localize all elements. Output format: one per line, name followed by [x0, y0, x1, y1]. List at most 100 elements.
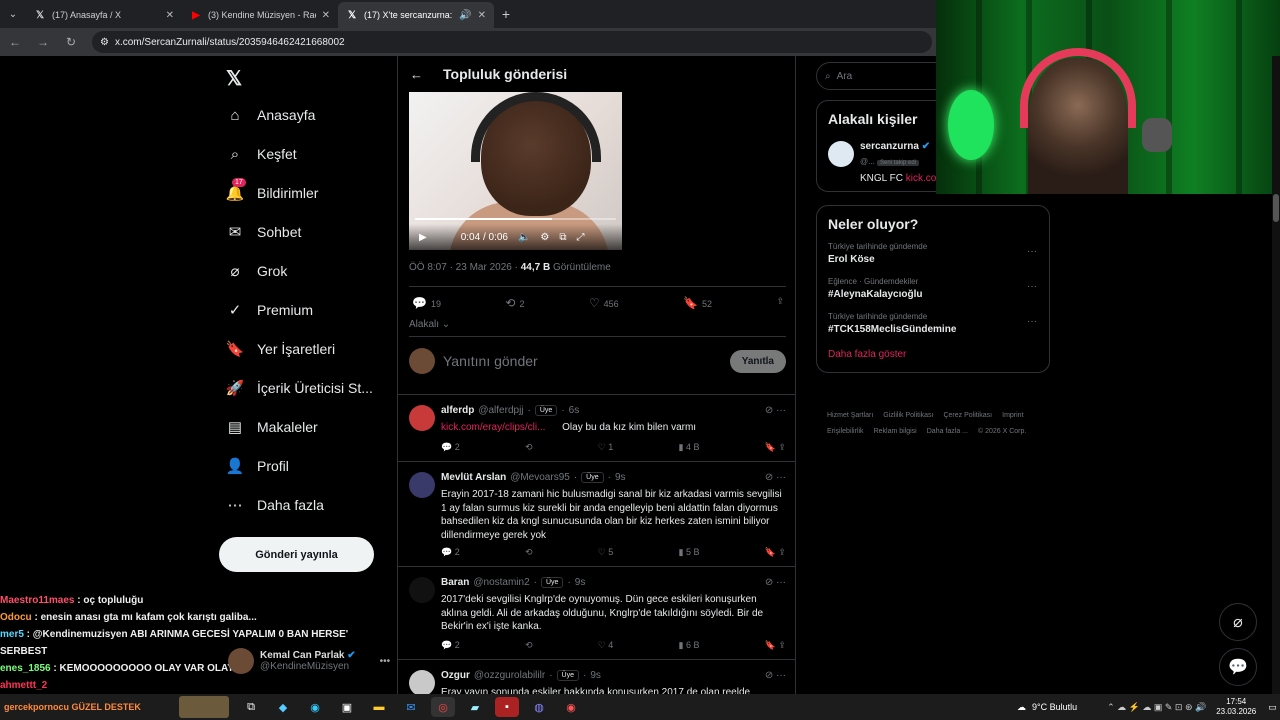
author-name[interactable]: alferdp	[441, 405, 474, 416]
repost-button[interactable]: ⟲ 2	[505, 296, 524, 310]
reply-tweet[interactable]: Ozgur @ozzgurolabililr · Üye · 9s ⊘ ··· Eray ya…	[398, 659, 795, 694]
person-name[interactable]: sercanzurna ✔	[860, 141, 930, 152]
reply-tweet[interactable]: alferdp @alferdpjj · Üye · 6s ⊘ ··· kick.com/er…	[398, 394, 795, 461]
clock[interactable]: 17:54 23.03.2026	[1216, 697, 1256, 717]
bookmark-icon[interactable]: 🔖 ⇪	[765, 640, 786, 651]
reply-input[interactable]: Yanıtını gönder	[443, 353, 730, 369]
like-button[interactable]: ♡ 1	[598, 442, 614, 453]
bookmark-button[interactable]: 🔖 52	[683, 296, 712, 310]
like-button[interactable]: ♡ 456	[589, 296, 619, 310]
speaker-icon[interactable]: 🔊	[459, 10, 471, 21]
tab-home[interactable]: 𝕏 (17) Anasayfa / X ✕	[26, 2, 182, 28]
nav-item-2[interactable]: 🔔 17 Bildirimler	[226, 178, 318, 202]
close-icon[interactable]: ✕	[166, 10, 174, 21]
nav-item-3[interactable]: ✉ Sohbet	[226, 223, 302, 241]
tab-youtube[interactable]: ▶ (3) Kendine Müzisyen - Raedme ✕	[182, 2, 338, 28]
nav-item-6[interactable]: 🔖 Yer İşaretleri	[226, 340, 335, 358]
more-icon[interactable]: ⊘ ···	[765, 472, 786, 483]
back-arrow-icon[interactable]: ←	[410, 67, 423, 82]
trend-item[interactable]: Türkiye tarihinde gündemde #TCK158MeclisG…	[817, 306, 1049, 341]
nav-item-8[interactable]: ▤ Makaleler	[226, 418, 318, 436]
footer-link[interactable]: Reklam bilgisi	[874, 424, 917, 440]
footer-link[interactable]: Daha fazla ...	[927, 424, 968, 440]
tab-search-icon[interactable]: ⌄	[0, 0, 26, 28]
app-icon[interactable]: ▰	[463, 697, 487, 717]
like-button[interactable]: ♡ 5	[598, 547, 614, 558]
trend-item[interactable]: Eğlence · Gündemdekiler #AleynaKalaycıoğl…	[817, 271, 1049, 306]
author-name[interactable]: Ozgur	[441, 670, 470, 681]
reply-button[interactable]: 💬 2	[441, 640, 460, 651]
more-icon[interactable]: ···	[1027, 316, 1037, 327]
footer-link[interactable]: © 2026 X Corp.	[978, 424, 1026, 440]
nav-item-1[interactable]: ⌕ Keşfet	[226, 145, 297, 163]
more-icon[interactable]: ⊘ ···	[765, 577, 786, 588]
repost-button[interactable]: ⟲	[525, 442, 533, 453]
reply-tweet[interactable]: Baran @nostamin2 · Üye · 9s ⊘ ··· 2017'deki sev…	[398, 566, 795, 659]
pip-icon[interactable]: ⧉	[559, 232, 566, 243]
footer-link[interactable]: Imprint	[1002, 408, 1023, 424]
nav-item-10[interactable]: ⋯ Daha fazla	[226, 496, 324, 514]
footer-link[interactable]: Hizmet Şartları	[827, 408, 873, 424]
play-icon[interactable]: ▶	[419, 232, 427, 243]
author-name[interactable]: Mevlüt Arslan	[441, 472, 506, 483]
tray-icons[interactable]: ⌃ ☁ ⚡ ☁ ▣ ✎ ⊡ ⊛ 🔊	[1107, 702, 1206, 713]
author-name[interactable]: Baran	[441, 577, 469, 588]
notification-icon[interactable]: ▭	[1268, 702, 1277, 713]
chrome-icon[interactable]: ◎	[431, 697, 455, 717]
nav-item-0[interactable]: ⌂ Anasayfa	[226, 106, 315, 124]
task-view-icon[interactable]: ⧉	[239, 697, 263, 717]
more-icon[interactable]: ⊘ ···	[765, 670, 786, 681]
reply-button[interactable]: 💬 2	[441, 442, 460, 453]
relevance-dropdown[interactable]: Alakalı ⌄	[409, 319, 450, 330]
reply-tweet[interactable]: Mevlüt Arslan @Mevoars95 · Üye · 9s ⊘ ··· Erayi…	[398, 461, 795, 566]
share-icon[interactable]: ⇪	[776, 296, 784, 310]
footer-link[interactable]: Gizlilik Politikası	[883, 408, 933, 424]
post-button[interactable]: Gönderi yayınla	[219, 537, 374, 572]
video-player[interactable]: ▶ 0:04 / 0:06 🔈 ⚙ ⧉ ⤢	[409, 92, 622, 250]
reply-button[interactable]: 💬 19	[412, 296, 441, 310]
more-icon[interactable]: ⊘ ···	[765, 405, 786, 416]
avatar[interactable]	[828, 141, 854, 167]
nav-item-7[interactable]: 🚀 İçerik Üreticisi St...	[226, 379, 373, 397]
tweet-link[interactable]: kick.com/eray/clips/cli...	[441, 422, 545, 433]
reply-submit-button[interactable]: Yanıtla	[729, 349, 786, 373]
x-logo-icon[interactable]: 𝕏	[226, 66, 242, 91]
avatar[interactable]	[409, 405, 435, 431]
avatar[interactable]	[409, 670, 435, 694]
video-progress-bar[interactable]	[415, 218, 616, 220]
volume-icon[interactable]: 🔈	[518, 232, 530, 243]
close-icon[interactable]: ✕	[478, 10, 486, 21]
back-icon[interactable]: ←	[8, 35, 22, 49]
tab-status[interactable]: 𝕏 (17) X'te sercanzurna: "BEYİ 🔊 ✕	[338, 2, 494, 28]
url-input[interactable]: ⚙ x.com/SercanZurnali/status/20359464624…	[92, 31, 932, 53]
views-button[interactable]: ▮ 4 B	[679, 442, 700, 453]
grok-button[interactable]: ⌀	[1219, 603, 1257, 641]
store-icon[interactable]: ▣	[335, 697, 359, 717]
repost-button[interactable]: ⟲	[525, 547, 533, 558]
more-icon[interactable]: ···	[1027, 281, 1037, 292]
nav-item-5[interactable]: ✓ Premium	[226, 301, 313, 319]
mail-app-icon[interactable]: ✉	[399, 697, 423, 717]
new-tab-button[interactable]: +	[494, 6, 518, 22]
views-button[interactable]: ▮ 5 B	[679, 547, 700, 558]
nav-item-4[interactable]: ⌀ Grok	[226, 262, 287, 280]
avatar[interactable]	[409, 472, 435, 498]
discord-icon[interactable]: ◍	[527, 697, 551, 717]
footer-link[interactable]: Erişilebilirlik	[827, 424, 864, 440]
forward-icon[interactable]: →	[36, 35, 50, 49]
bookmark-icon[interactable]: 🔖 ⇪	[765, 547, 786, 558]
scrollbar[interactable]	[1272, 56, 1280, 694]
avatar[interactable]	[409, 577, 435, 603]
copilot-icon[interactable]: ◆	[271, 697, 295, 717]
app-icon-2[interactable]: ◉	[559, 697, 583, 717]
edge-icon[interactable]: ◉	[303, 697, 327, 717]
trend-item[interactable]: Türkiye tarihinde gündemde Erol Köse ···	[817, 236, 1049, 271]
nav-item-9[interactable]: 👤 Profil	[226, 457, 289, 475]
bookmark-icon[interactable]: 🔖 ⇪	[765, 442, 786, 453]
explorer-icon[interactable]: ▬	[367, 697, 391, 717]
close-icon[interactable]: ✕	[322, 10, 330, 21]
repost-button[interactable]: ⟲	[525, 640, 533, 651]
views-button[interactable]: ▮ 6 B	[679, 640, 700, 651]
show-more-link[interactable]: Daha fazla göster	[817, 341, 1049, 372]
obs-icon[interactable]: ▪	[495, 697, 519, 717]
